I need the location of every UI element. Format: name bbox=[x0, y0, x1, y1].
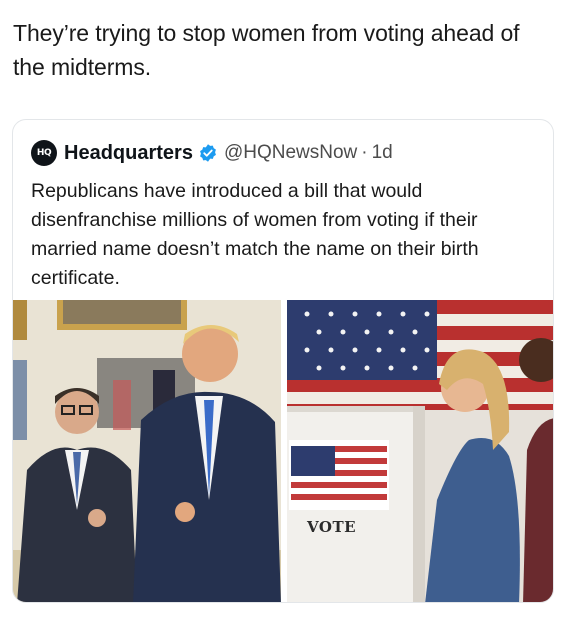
quoted-tweet-text: Republicans have introduced a bill that … bbox=[31, 180, 479, 289]
timestamp[interactable]: 1d bbox=[372, 142, 393, 164]
separator-dot: · bbox=[361, 142, 368, 163]
verified-badge-icon bbox=[200, 144, 216, 162]
left-photo[interactable] bbox=[13, 300, 281, 602]
quoted-tweet-card[interactable]: HQ Headquarters @HQNewsNow · 1d Republic… bbox=[12, 119, 554, 603]
avatar[interactable]: HQ bbox=[31, 140, 57, 166]
two-men-photo-illustration bbox=[13, 300, 281, 602]
handle[interactable]: @HQNewsNow bbox=[224, 142, 357, 164]
display-name[interactable]: Headquarters bbox=[64, 142, 193, 165]
post-text: They’re trying to stop women from voting… bbox=[13, 20, 520, 80]
quoted-tweet-header: HQ Headquarters @HQNewsNow · 1d bbox=[31, 140, 393, 166]
vote-sign-text: VOTE bbox=[307, 518, 357, 536]
voting-booth-photo-illustration bbox=[287, 300, 553, 602]
media-grid: VOTE bbox=[13, 300, 553, 602]
right-photo[interactable]: VOTE bbox=[287, 300, 553, 602]
